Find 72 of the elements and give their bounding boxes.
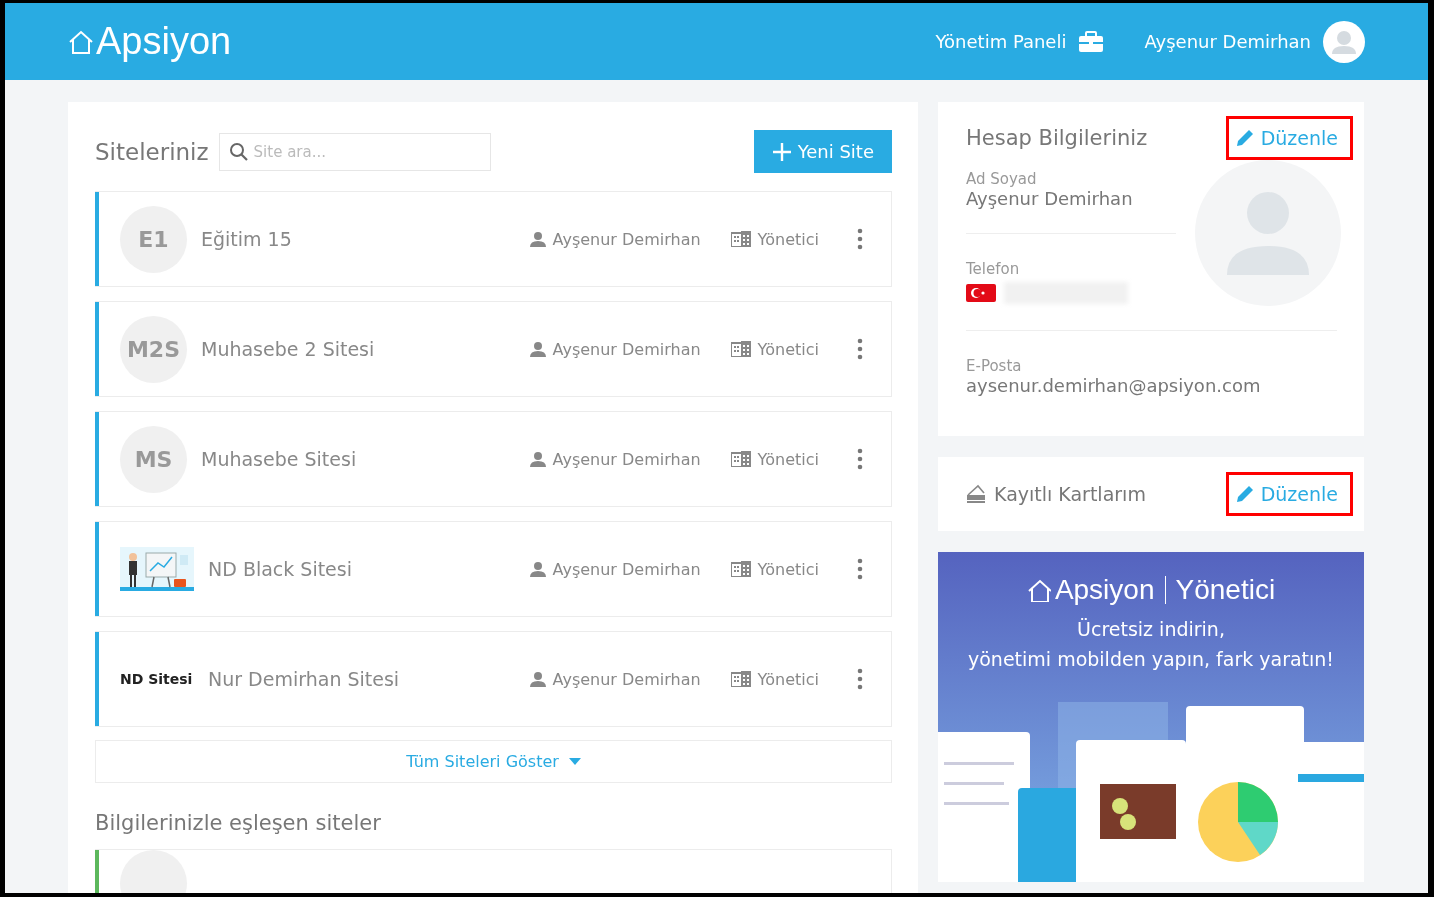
- card-title: Kayıtlı Kartlarım: [994, 483, 1146, 505]
- admin-panel-link[interactable]: Yönetim Paneli: [935, 31, 1067, 52]
- banner-slogan: yönetimi mobilden yapın, fark yaratın!: [968, 647, 1334, 672]
- kebab-icon: [857, 668, 863, 690]
- role-label: Yönetici: [757, 669, 819, 689]
- field-value: aysenur.demirhan@apsiyon.com: [966, 375, 1262, 396]
- site-name: ND Black Sitesi: [208, 558, 353, 580]
- person-icon: [529, 561, 546, 577]
- person-icon: [529, 231, 546, 247]
- site-card[interactable]: MS Muhasebe Sitesi Ayşenur Demirhan Yönetici: [95, 411, 892, 507]
- building-icon: [730, 451, 751, 467]
- field-label: Telefon: [966, 260, 1021, 278]
- role-label: Yönetici: [757, 449, 819, 469]
- site-name: Muhasebe Sitesi: [201, 448, 358, 470]
- house-icon: [68, 28, 94, 55]
- owner-name: Ayşenur Demirhan: [552, 669, 701, 689]
- site-card[interactable]: ND Sitesi Nur Demirhan Sitesi Ayşenur Demirhan Yönetici: [95, 631, 892, 727]
- site-name: Eğitim 15: [201, 228, 293, 250]
- caret-icon: [568, 757, 581, 766]
- owner-name: Ayşenur Demirhan: [552, 339, 701, 359]
- building-icon: [730, 231, 751, 247]
- plus-icon: [771, 141, 792, 162]
- site-card[interactable]: M2S Muhasebe 2 Sitesi Ayşenur Demirhan Yönetici: [95, 301, 892, 397]
- person-icon: [529, 451, 546, 467]
- kebab-icon: [857, 338, 863, 360]
- card-title: Hesap Bilgileriniz: [966, 126, 1148, 150]
- search-icon: [228, 141, 249, 162]
- role-label: Yönetici: [757, 339, 819, 359]
- panel-title: Siteleriniz: [95, 138, 209, 165]
- person-icon: [529, 341, 546, 357]
- pencil-icon: [1234, 484, 1255, 504]
- banner-product: Yönetici: [1175, 574, 1276, 606]
- kebab-icon: [857, 558, 863, 580]
- edit-button[interactable]: Düzenle: [1225, 472, 1353, 516]
- field-value: Ayşenur Demirhan: [966, 188, 1134, 209]
- search-field[interactable]: Site ara...: [218, 132, 491, 171]
- new-site-button[interactable]: Yeni Site: [753, 130, 892, 173]
- building-icon: [730, 341, 751, 357]
- profile-avatar-icon: [1195, 160, 1341, 306]
- field-label: Ad Soyad: [966, 170, 1038, 188]
- pencil-icon: [1234, 128, 1255, 148]
- house-icon: [1026, 578, 1051, 602]
- site-name: Muhasebe 2 Sitesi: [201, 338, 376, 360]
- site-logo: ND Sitesi: [120, 671, 194, 687]
- section-title: Bilgilerinizle eşleşen siteler: [95, 811, 382, 835]
- site-avatar: MS: [120, 425, 187, 493]
- edit-button[interactable]: Düzenle: [1225, 116, 1353, 160]
- person-icon: [529, 671, 546, 687]
- show-all-button[interactable]: Tüm Siteleri Göster: [95, 740, 892, 783]
- site-avatar: M2S: [120, 315, 187, 383]
- building-icon: [730, 671, 751, 687]
- site-name: Nur Demirhan Sitesi: [208, 668, 401, 690]
- owner-name: Ayşenur Demirhan: [552, 229, 701, 249]
- kebab-icon: [857, 228, 863, 250]
- flag-icon: [966, 284, 996, 302]
- site-avatar: E1: [120, 205, 187, 273]
- banner-slogan: Ücretsiz indirin,: [1077, 617, 1225, 642]
- banner-logo: Apsiyon: [1054, 574, 1155, 606]
- card-stack-icon: [966, 484, 986, 504]
- user-name[interactable]: Ayşenur Demirhan: [1144, 31, 1311, 52]
- site-card[interactable]: ND Black Sitesi Ayşenur Demirhan Yönetici: [95, 521, 892, 617]
- role-label: Yönetici: [757, 229, 819, 249]
- avatar-icon: [1323, 20, 1365, 63]
- role-label: Yönetici: [757, 559, 819, 579]
- owner-name: Ayşenur Demirhan: [552, 559, 701, 579]
- logo: Apsiyon: [96, 20, 232, 63]
- owner-name: Ayşenur Demirhan: [552, 449, 701, 469]
- field-label: E-Posta: [966, 357, 1023, 375]
- building-icon: [730, 561, 751, 577]
- briefcase-icon: [1078, 30, 1105, 53]
- kebab-icon: [857, 448, 863, 470]
- site-card[interactable]: E1 Eğitim 15 Ayşenur Demirhan Yönetici: [95, 191, 892, 287]
